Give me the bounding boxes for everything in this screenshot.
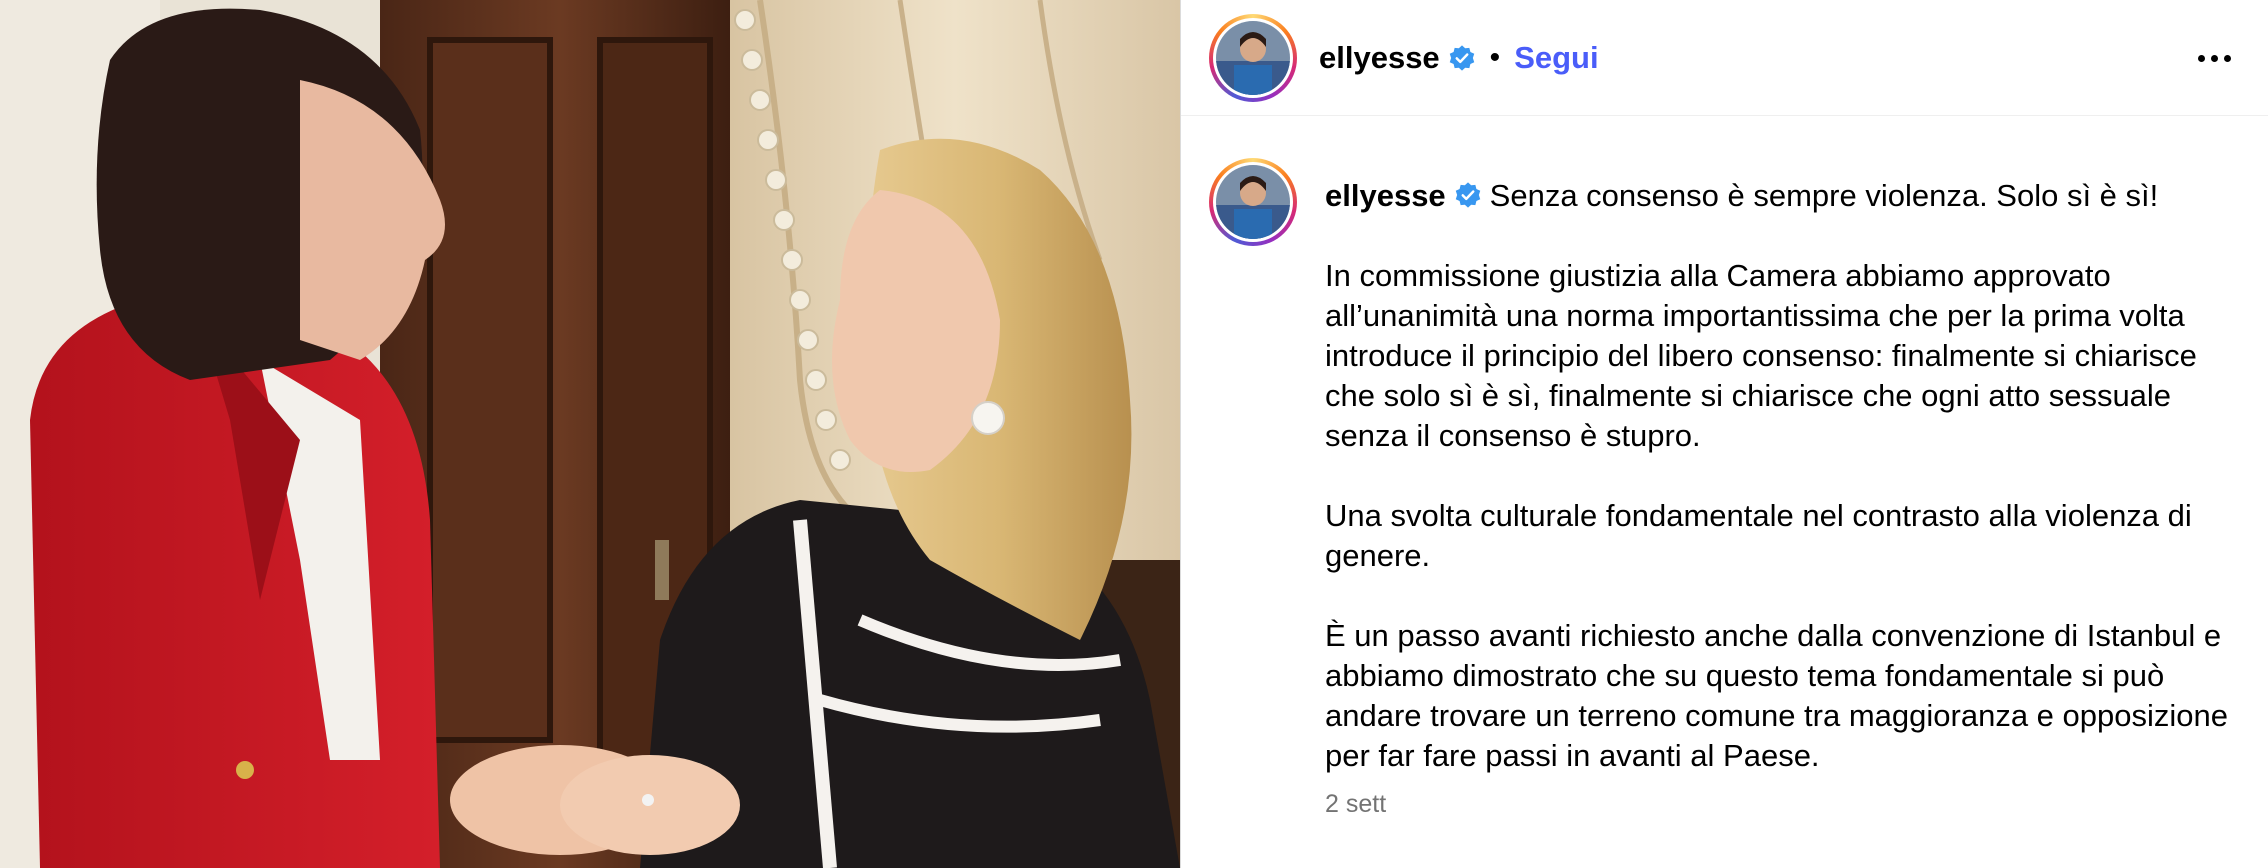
instagram-post: ellyesse • Segui ellyesse Senza consenso… (0, 0, 2268, 868)
caption-headline: Senza consenso è sempre violenza. Solo s… (1489, 178, 2159, 213)
caption-username[interactable]: ellyesse (1325, 178, 1446, 213)
post-header: ellyesse • Segui (1181, 0, 2268, 116)
verified-badge-icon (1449, 44, 1474, 71)
caption-text: ellyesse Senza consenso è sempre violenza… (1325, 148, 2248, 776)
follow-button[interactable]: Segui (1514, 40, 1598, 76)
post-timestamp[interactable]: 2 sett (1325, 790, 2268, 819)
post-photo[interactable] (0, 0, 1180, 868)
caption-paragraph: È un passo avanti richiesto anche dalla … (1325, 618, 2228, 773)
header-separator: • (1489, 40, 1501, 74)
more-dot (2197, 54, 2205, 62)
caption-first-line: ellyesse Senza consenso è sempre violenza… (1325, 176, 2248, 216)
post-side-panel: ellyesse • Segui ellyesse Senza consenso… (1180, 0, 2268, 868)
avatar-image (1216, 165, 1290, 239)
header-avatar[interactable] (1209, 13, 1297, 102)
more-horizontal-icon[interactable] (2190, 34, 2238, 82)
caption-paragraph: In commissione giustizia alla Camera abb… (1325, 258, 2197, 453)
avatar-inner (1213, 162, 1293, 242)
caption-section: ellyesse Senza consenso è sempre violenza… (1181, 116, 2268, 819)
verified-badge-icon (1455, 182, 1480, 208)
post-photo-illustration (0, 0, 1180, 868)
header-username[interactable]: ellyesse (1319, 40, 1440, 76)
avatar-image (1216, 20, 1290, 95)
avatar-inner (1213, 17, 1293, 98)
caption-paragraph: Una svolta culturale fondamentale nel co… (1325, 498, 2192, 573)
more-dot (2210, 54, 2218, 62)
more-dot (2223, 54, 2231, 62)
caption-avatar[interactable] (1209, 158, 1297, 246)
